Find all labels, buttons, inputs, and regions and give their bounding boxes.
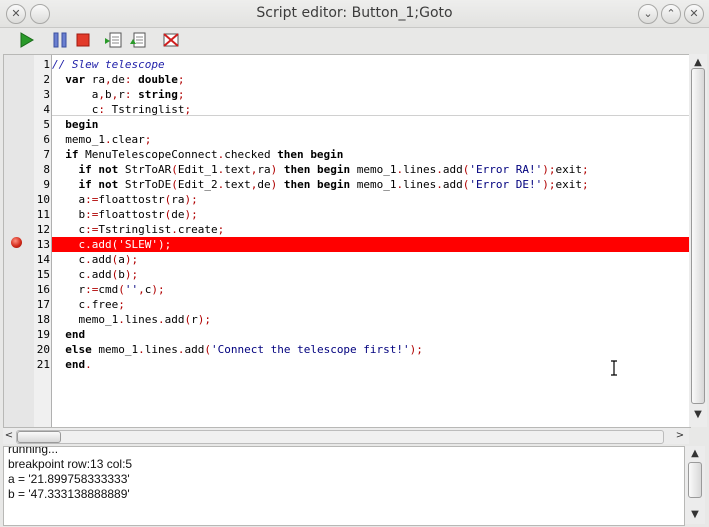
line-number: 14: [36, 253, 50, 266]
line-number-column: 1 2 3 4 5 6 7 8 9 10 11 12 13 14 15 16 17 18 19 20 21: [34, 55, 52, 427]
line-number: 13: [36, 238, 50, 251]
maximize-icon[interactable]: ⌃: [661, 4, 681, 24]
code-line[interactable]: else memo_1.lines.add('Connect the teles…: [52, 342, 690, 357]
title-bar: ✕ Script editor: Button_1;Goto ⌄ ⌃ ✕: [0, 0, 709, 28]
code-line[interactable]: var ra,de: double;: [52, 72, 690, 87]
scroll-left-icon[interactable]: <: [3, 429, 15, 443]
stop-icon[interactable]: [73, 30, 93, 50]
close-icon[interactable]: ✕: [684, 4, 704, 24]
code-line[interactable]: c.free;: [52, 297, 690, 312]
code-line[interactable]: c.add(b);: [52, 267, 690, 282]
code-line[interactable]: begin: [52, 117, 690, 132]
code-line[interactable]: a:=floattostr(ra);: [52, 192, 690, 207]
output-memo[interactable]: running... breakpoint row:13 col:5 a = '…: [3, 446, 685, 526]
line-number: 9: [43, 178, 50, 191]
run-icon[interactable]: [16, 30, 36, 50]
line-number: 12: [36, 223, 50, 236]
step-over-icon[interactable]: [128, 30, 148, 50]
line-number: 1: [43, 58, 50, 71]
line-number: 17: [36, 298, 50, 311]
toolbar: [0, 28, 709, 52]
editor-vertical-scrollbar[interactable]: ▲ ▼: [689, 54, 707, 427]
output-scroll-up-icon[interactable]: ▲: [685, 447, 705, 461]
output-scroll-down-icon[interactable]: ▼: [685, 508, 705, 522]
code-line[interactable]: c: Tstringlist;: [52, 102, 690, 117]
scroll-right-icon[interactable]: >: [674, 429, 686, 443]
window-title: Script editor: Button_1;Goto: [256, 5, 453, 21]
line-number: 10: [36, 193, 50, 206]
breakpoint-icon[interactable]: [11, 237, 22, 248]
line-number: 3: [43, 88, 50, 101]
output-line: running...: [8, 446, 59, 456]
code-line-breakpoint[interactable]: c.add('SLEW');: [52, 237, 690, 252]
code-line[interactable]: c:=Tstringlist.create;: [52, 222, 690, 237]
code-line[interactable]: c.add(a);: [52, 252, 690, 267]
output-scroll-thumb[interactable]: [688, 462, 702, 498]
line-number: 8: [43, 163, 50, 176]
line-number: 15: [36, 268, 50, 281]
editor-horizontal-scrollbar[interactable]: < >: [3, 428, 689, 444]
code-line[interactable]: memo_1.lines.add(r);: [52, 312, 690, 327]
code-line[interactable]: if not StrToAR(Edit_1.text,ra) then begi…: [52, 162, 690, 177]
output-line: breakpoint row:13 col:5: [8, 457, 133, 471]
line-number: 18: [36, 313, 50, 326]
output-line: b = '47.333138888889': [8, 487, 130, 501]
minimize-icon[interactable]: ⌄: [638, 4, 658, 24]
code-line[interactable]: b:=floattostr(de);: [52, 207, 690, 222]
line-number: 21: [36, 358, 50, 371]
output-vertical-scrollbar[interactable]: ▲ ▼: [685, 446, 705, 524]
horizontal-scroll-track[interactable]: [16, 430, 664, 444]
scroll-down-icon[interactable]: ▼: [689, 408, 707, 422]
code-line[interactable]: if not StrToDE(Edit_2.text,de) then begi…: [52, 177, 690, 192]
horizontal-scroll-thumb[interactable]: [17, 431, 61, 443]
code-line[interactable]: end: [52, 327, 690, 342]
line-number: 11: [36, 208, 50, 221]
line-number: 20: [36, 343, 50, 356]
code-line[interactable]: r:=cmd('',c);: [52, 282, 690, 297]
pause-icon[interactable]: [50, 30, 70, 50]
text-cursor-icon: [611, 360, 617, 376]
line-number: 2: [43, 73, 50, 86]
code-line[interactable]: // Slew telescope: [52, 57, 690, 72]
line-number: 7: [43, 148, 50, 161]
line-number: 6: [43, 133, 50, 146]
code-line[interactable]: a,b,r: string;: [52, 87, 690, 102]
code-line[interactable]: memo_1.clear;: [52, 132, 690, 147]
line-number: 4: [43, 103, 50, 116]
scroll-thumb[interactable]: [691, 68, 705, 404]
code-line[interactable]: if MenuTelescopeConnect.checked then beg…: [52, 147, 690, 162]
output-line: a = '21.899758333333': [8, 472, 130, 486]
line-number: 19: [36, 328, 50, 341]
code-editor[interactable]: 1 2 3 4 5 6 7 8 9 10 11 12 13 14 15 16 17 18 19 20 21 // Sle…: [3, 54, 691, 428]
line-number: 16: [36, 283, 50, 296]
code-line[interactable]: end.: [52, 357, 690, 372]
clear-breakpoints-icon[interactable]: [161, 30, 181, 50]
step-into-icon[interactable]: [104, 30, 124, 50]
line-number: 5: [43, 118, 50, 131]
